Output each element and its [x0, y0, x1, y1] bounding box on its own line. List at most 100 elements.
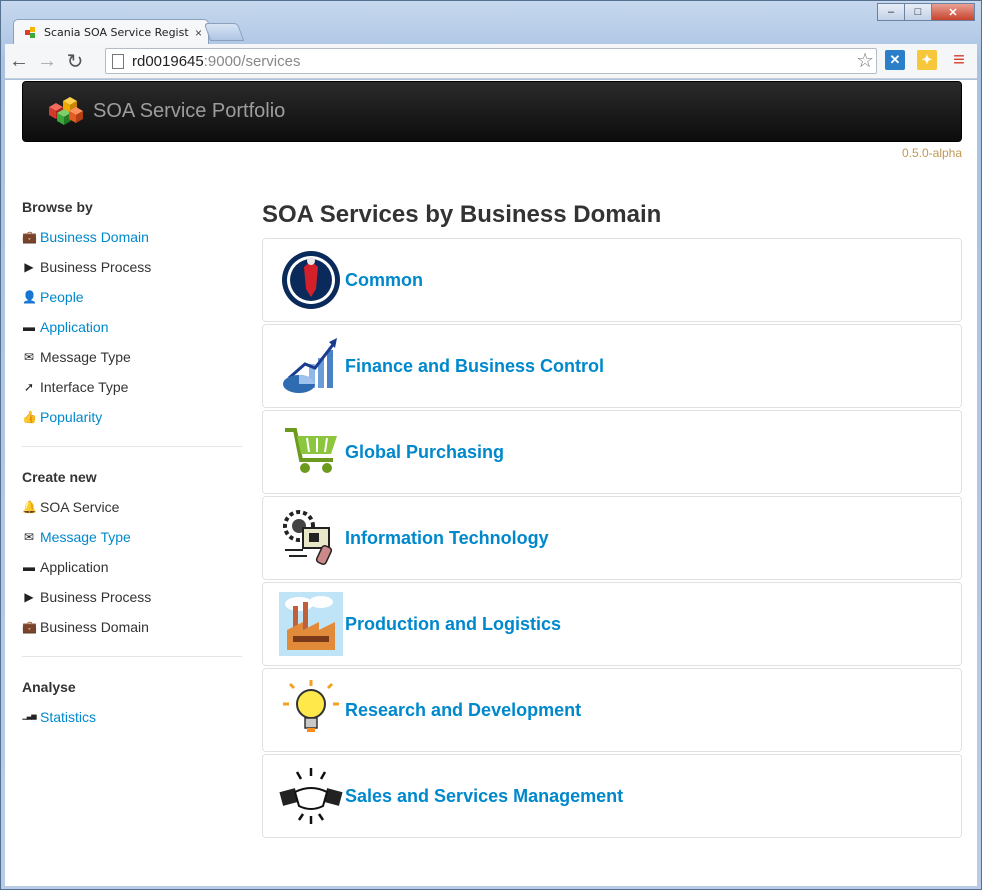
sidebar-item-statistics[interactable]: ▁▃▅ Statistics [22, 702, 242, 732]
handshake-icon[interactable] [279, 764, 343, 828]
sidebar-item-interface-type[interactable]: ➚ Interface Type [22, 372, 242, 402]
hdd-icon: ▬ [23, 320, 35, 334]
domain-card-sales-and-services-management[interactable]: Sales and Services Management [262, 754, 962, 838]
sidebar-item-label: SOA Service [40, 499, 120, 515]
new-tab-button[interactable] [203, 23, 245, 41]
url-path: :9000/services [203, 52, 301, 70]
create-list: 🔔 SOA Service ✉ Message Type ▬ Application ▶ Bu… [22, 492, 242, 642]
top-navbar: SOA Service Portfolio [22, 81, 962, 142]
thumbs-up-icon: 👍 [22, 410, 37, 424]
sidebar-item-label: Business Domain [40, 619, 149, 635]
maximize-button[interactable]: □ [904, 3, 932, 21]
page-icon [112, 53, 124, 69]
sidebar-item-label[interactable]: Application [40, 312, 109, 342]
domain-card-global-purchasing[interactable]: Global Purchasing [262, 410, 962, 494]
finance-chart-icon[interactable] [279, 334, 343, 398]
domain-card-production-and-logistics[interactable]: Production and Logistics [262, 582, 962, 666]
browse-list: 💼 Business Domain ▶ Business Process 👤 People… [22, 222, 242, 432]
sidebar-item-label[interactable]: Statistics [40, 702, 96, 732]
sidebar-item-message-type[interactable]: ✉ Message Type [22, 522, 242, 552]
sidebar-item-label[interactable]: Popularity [40, 402, 102, 432]
envelope-icon: ✉ [23, 530, 35, 544]
browse-heading: Browse by [22, 199, 93, 215]
sidebar-item-label[interactable]: Business Domain [40, 222, 149, 252]
sidebar-item-label: Application [40, 559, 109, 575]
minimize-button[interactable]: – [877, 3, 905, 21]
domain-link[interactable]: Common [345, 270, 423, 291]
domain-link[interactable]: Sales and Services Management [345, 786, 623, 807]
bell-icon: 🔔 [22, 500, 37, 514]
domain-link[interactable]: Finance and Business Control [345, 356, 604, 377]
favicon-icon [25, 26, 35, 38]
sidebar-item-business-process[interactable]: ▶ Business Process [22, 252, 242, 282]
scania-griffin-icon[interactable] [279, 248, 343, 312]
sidebar-item-business-process[interactable]: ▶ Business Process [22, 582, 242, 612]
forward-arrow-icon[interactable]: → [33, 47, 61, 75]
domain-link[interactable]: Production and Logistics [345, 614, 561, 635]
domain-list: Common Finance and Business Control Global… [262, 238, 962, 838]
lightbulb-icon[interactable] [279, 678, 343, 742]
sidebar-item-application[interactable]: ▬ Application [22, 312, 242, 342]
sidebar-item-label[interactable]: People [40, 282, 84, 312]
signal-icon: ▁▃▅ [22, 713, 36, 720]
sidebar-item-label: Interface Type [40, 379, 129, 395]
reload-icon[interactable]: ↻ [61, 47, 89, 75]
domain-link[interactable]: Global Purchasing [345, 442, 504, 463]
close-window-button[interactable]: ✕ [931, 3, 975, 21]
bookmark-star-icon[interactable]: ☆ [856, 49, 874, 73]
page-viewport: SOA Service Portfolio 0.5.0-alpha Browse… [5, 80, 977, 886]
hdd-icon: ▬ [23, 560, 35, 574]
domain-card-research-and-development[interactable]: Research and Development [262, 668, 962, 752]
domain-link[interactable]: Information Technology [345, 528, 549, 549]
sidebar-item-business-domain[interactable]: 💼 Business Domain [22, 612, 242, 642]
browser-toolbar: ← → ↻ rd0019645:9000/services ☆ ✕ ✦ ≡ [5, 44, 977, 79]
plug-icon: ➚ [23, 380, 35, 394]
envelope-icon: ✉ [23, 350, 35, 364]
analyse-heading: Analyse [22, 679, 76, 695]
domain-link[interactable]: Research and Development [345, 700, 581, 721]
shopping-cart-icon[interactable] [279, 420, 343, 484]
briefcase-icon: 💼 [22, 230, 37, 244]
sidebar-item-label: Business Process [40, 259, 152, 275]
address-bar[interactable]: rd0019645:9000/services ☆ [105, 48, 877, 74]
sidebar-item-message-type[interactable]: ✉ Message Type [22, 342, 242, 372]
computer-gear-icon[interactable] [279, 506, 343, 570]
brand-cubes-icon [49, 96, 83, 125]
sidebar-item-soa-service[interactable]: 🔔 SOA Service [22, 492, 242, 522]
browser-tab[interactable]: Scania SOA Service Regist × [13, 19, 209, 45]
play-icon: ▶ [24, 590, 34, 604]
extension-icon[interactable]: ✦ [917, 50, 937, 70]
sidebar-item-business-domain[interactable]: 💼 Business Domain [22, 222, 242, 252]
url-host: rd0019645 [132, 52, 204, 70]
window-controls: – □ ✕ [877, 3, 975, 21]
domain-card-finance-and-business-control[interactable]: Finance and Business Control [262, 324, 962, 408]
menu-icon[interactable]: ≡ [949, 49, 969, 71]
user-icon: 👤 [22, 290, 37, 304]
tab-title: Scania SOA Service Regist [44, 26, 189, 39]
sidebar-item-label: Message Type [40, 349, 131, 365]
version-label: 0.5.0-alpha [901, 146, 962, 160]
sidebar-item-label[interactable]: Message Type [40, 522, 131, 552]
sidebar-item-label: Business Process [40, 589, 152, 605]
sidebar-item-popularity[interactable]: 👍 Popularity [22, 402, 242, 432]
tab-close-icon[interactable]: × [195, 26, 202, 40]
create-heading: Create new [22, 469, 97, 485]
tab-strip: Scania SOA Service Regist × – □ ✕ [1, 1, 981, 45]
factory-icon[interactable] [279, 592, 343, 656]
page-title: SOA Services by Business Domain [262, 201, 662, 228]
analyse-list: ▁▃▅ Statistics [22, 702, 242, 732]
domain-card-common[interactable]: Common [262, 238, 962, 322]
sidebar-item-people[interactable]: 👤 People [22, 282, 242, 312]
divider [22, 656, 242, 657]
play-icon: ▶ [24, 260, 34, 274]
extension-icon[interactable]: ✕ [885, 50, 905, 70]
brand-title[interactable]: SOA Service Portfolio [93, 100, 285, 123]
divider [22, 446, 242, 447]
main-content: SOA Services by Business Domain Common Fi… [262, 190, 962, 840]
browser-window: Scania SOA Service Regist × – □ ✕ ← → ↻ … [0, 0, 982, 890]
sidebar: Browse by 💼 Business Domain ▶ Business Proc… [22, 190, 242, 732]
back-arrow-icon[interactable]: ← [5, 47, 33, 75]
sidebar-item-application[interactable]: ▬ Application [22, 552, 242, 582]
domain-card-information-technology[interactable]: Information Technology [262, 496, 962, 580]
briefcase-icon: 💼 [22, 620, 37, 634]
